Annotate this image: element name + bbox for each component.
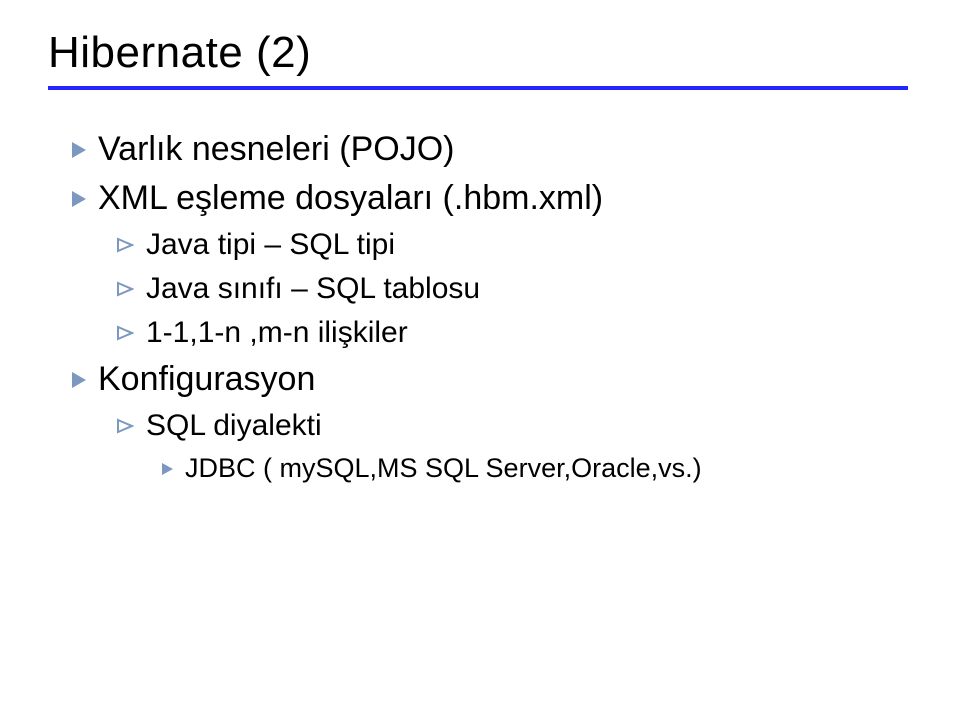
arrow-outline-icon xyxy=(116,418,134,434)
slide-content: Varlık nesneleri (POJO) XML eşleme dosya… xyxy=(48,130,911,484)
arrow-outline-icon xyxy=(116,237,134,253)
bullet-text: Java sınıfı – SQL tablosu xyxy=(146,272,480,306)
title-underline xyxy=(48,86,908,90)
bullet-text: JDBC ( mySQL,MS SQL Server,Oracle,vs.) xyxy=(185,453,702,484)
arrow-filled-icon xyxy=(72,142,86,158)
bullet-text: Varlık nesneleri (POJO) xyxy=(98,130,454,169)
bullet-level1: XML eşleme dosyaları (.hbm.xml) xyxy=(72,179,911,218)
bullet-level2: 1-1,1-n ,m-n ilişkiler xyxy=(116,316,911,350)
bullet-level2: Java tipi – SQL tipi xyxy=(116,228,911,262)
slide-title: Hibernate (2) xyxy=(48,28,911,78)
bullet-level3: JDBC ( mySQL,MS SQL Server,Oracle,vs.) xyxy=(162,453,911,484)
arrow-filled-icon xyxy=(72,372,86,388)
slide: Hibernate (2) Varlık nesneleri (POJO) XM… xyxy=(0,0,959,530)
bullet-text: SQL diyalekti xyxy=(146,409,322,443)
bullet-level2: SQL diyalekti xyxy=(116,409,911,443)
bullet-text: Java tipi – SQL tipi xyxy=(146,228,395,262)
bullet-text: Konfigurasyon xyxy=(98,360,315,399)
bullet-level1: Konfigurasyon xyxy=(72,360,911,399)
bullet-level2: Java sınıfı – SQL tablosu xyxy=(116,272,911,306)
bullet-text: XML eşleme dosyaları (.hbm.xml) xyxy=(98,179,603,218)
bullet-level1: Varlık nesneleri (POJO) xyxy=(72,130,911,169)
arrow-outline-icon xyxy=(116,281,134,297)
arrow-filled-icon xyxy=(72,191,86,207)
arrow-outline-icon xyxy=(116,325,134,341)
arrow-filled-icon xyxy=(162,463,173,475)
bullet-text: 1-1,1-n ,m-n ilişkiler xyxy=(146,316,408,350)
